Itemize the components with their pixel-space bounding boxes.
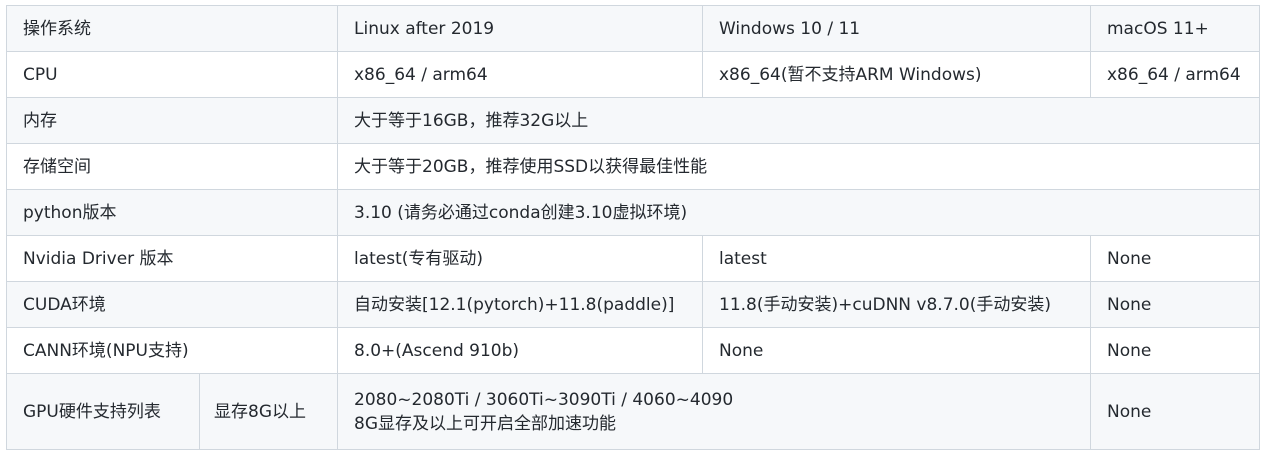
cell-os-linux: Linux after 2019: [337, 5, 703, 52]
cell-gpu-mac: None: [1090, 373, 1260, 450]
row-label-cann: CANN环境(NPU支持): [6, 327, 338, 374]
cell-nvidia-mac: None: [1090, 235, 1260, 282]
cell-storage-value: 大于等于20GB，推荐使用SSD以获得最佳性能: [337, 143, 1260, 190]
table-row-cuda: CUDA环境 自动安装[12.1(pytorch)+11.8(paddle)] …: [6, 281, 1260, 328]
row-label-storage: 存储空间: [6, 143, 338, 190]
row-label-python: python版本: [6, 189, 338, 236]
row-label-nvidia: Nvidia Driver 版本: [6, 235, 338, 282]
table-row-python: python版本 3.10 (请务必通过conda创建3.10虚拟环境): [6, 189, 1260, 236]
cell-cuda-linux: 自动安装[12.1(pytorch)+11.8(paddle)]: [337, 281, 703, 328]
cell-cuda-windows: 11.8(手动安装)+cuDNN v8.7.0(手动安装): [702, 281, 1091, 328]
table-row-cann: CANN环境(NPU支持) 8.0+(Ascend 910b) None Non…: [6, 327, 1260, 374]
cell-cann-mac: None: [1090, 327, 1260, 374]
table-row-os: 操作系统 Linux after 2019 Windows 10 / 11 ma…: [6, 5, 1260, 52]
cell-os-mac: macOS 11+: [1090, 5, 1260, 52]
row-label-os: 操作系统: [6, 5, 338, 52]
gpu-list-line-1: 2080~2080Ti / 3060Ti~3090Ti / 4060~4090: [354, 389, 734, 410]
table-row-cpu: CPU x86_64 / arm64 x86_64(暂不支持ARM Window…: [6, 51, 1260, 98]
cell-cann-windows: None: [702, 327, 1091, 374]
table-row-storage: 存储空间 大于等于20GB，推荐使用SSD以获得最佳性能: [6, 143, 1260, 190]
cell-cann-linux: 8.0+(Ascend 910b): [337, 327, 703, 374]
cell-nvidia-linux: latest(专有驱动): [337, 235, 703, 282]
row-label-gpu: GPU硬件支持列表: [6, 373, 200, 450]
table-row-gpu: GPU硬件支持列表 显存8G以上 2080~2080Ti / 3060Ti~30…: [6, 373, 1260, 450]
row-label-memory: 内存: [6, 97, 338, 144]
requirements-table: 操作系统 Linux after 2019 Windows 10 / 11 ma…: [6, 5, 1260, 450]
cell-cuda-mac: None: [1090, 281, 1260, 328]
cell-cpu-windows: x86_64(暂不支持ARM Windows): [702, 51, 1091, 98]
row-sublabel-gpu: 显存8G以上: [199, 373, 338, 450]
row-label-cpu: CPU: [6, 51, 338, 98]
cell-python-value: 3.10 (请务必通过conda创建3.10虚拟环境): [337, 189, 1260, 236]
cell-cpu-linux: x86_64 / arm64: [337, 51, 703, 98]
cell-nvidia-windows: latest: [702, 235, 1091, 282]
cell-os-windows: Windows 10 / 11: [702, 5, 1091, 52]
table-row-nvidia: Nvidia Driver 版本 latest(专有驱动) latest Non…: [6, 235, 1260, 282]
row-label-cuda: CUDA环境: [6, 281, 338, 328]
cell-gpu-list: 2080~2080Ti / 3060Ti~3090Ti / 4060~4090 …: [337, 373, 1091, 450]
cell-memory-value: 大于等于16GB，推荐32G以上: [337, 97, 1260, 144]
cell-cpu-mac: x86_64 / arm64: [1090, 51, 1260, 98]
table-row-memory: 内存 大于等于16GB，推荐32G以上: [6, 97, 1260, 144]
gpu-list-line-2: 8G显存及以上可开启全部加速功能: [354, 413, 616, 434]
